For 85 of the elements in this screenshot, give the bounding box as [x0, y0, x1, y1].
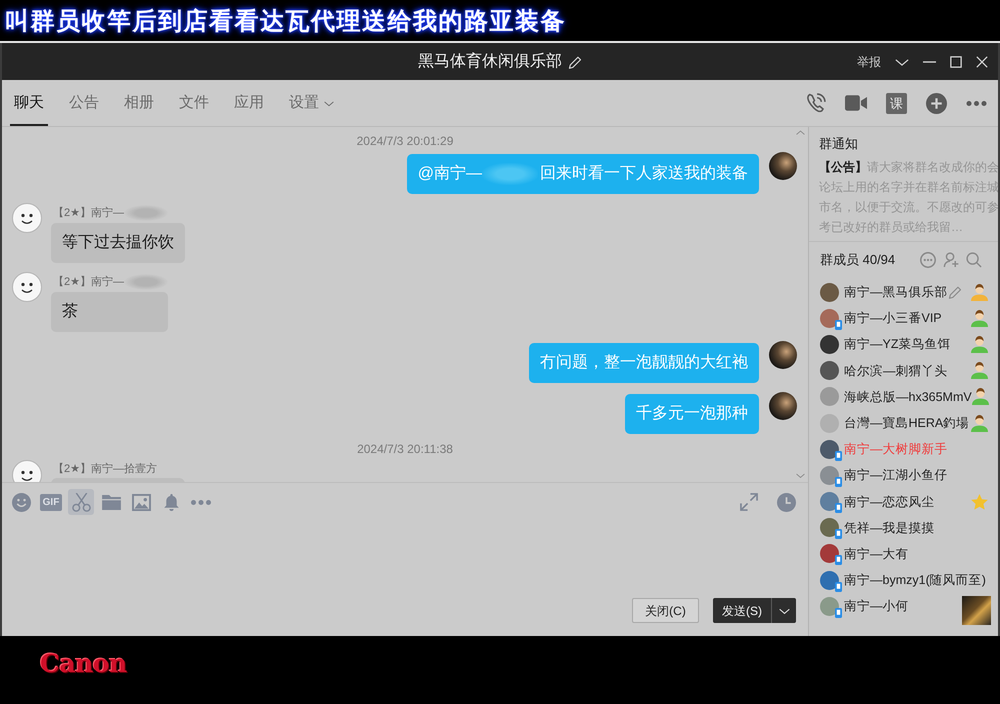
scroll-up-icon[interactable]: [796, 129, 805, 136]
member-name: 海峡总版—hx365MmV: [844, 388, 972, 405]
member-item[interactable]: 南宁—江湖小鱼仔: [809, 462, 998, 488]
message-bubble: 等下过去揾你饮: [51, 223, 185, 263]
send-options-button[interactable]: [771, 598, 796, 623]
avatar-photo[interactable]: [769, 152, 797, 180]
chevron-down-icon[interactable]: [895, 56, 909, 66]
expand-icon: [740, 493, 758, 511]
course-button[interactable]: 课: [886, 92, 907, 114]
member-name: 南宁—恋恋风尘: [844, 494, 934, 510]
members-heading: 群成员 40/94: [820, 251, 896, 269]
notice-heading: 群通知: [819, 135, 859, 153]
avatar-photo[interactable]: [769, 341, 797, 369]
member-name: 南宁—小何: [844, 598, 908, 614]
message-bubble: 千多元一泡那种: [625, 394, 759, 434]
avatar-photo: [820, 466, 839, 485]
maximize-icon[interactable]: [950, 56, 962, 68]
member-name: 哈尔滨—刺猬丫头: [844, 362, 948, 379]
member-name: 南宁—大有: [844, 546, 908, 562]
avatar-photo: [820, 596, 839, 616]
timestamp: 2024/7/3 20:01:29: [356, 133, 454, 149]
caption-text: 叫群员收竿后到店看看达瓦代理送给我的路亚装备: [5, 4, 566, 36]
message-bubble: 冇问题，整一泡靓靓的大红袍: [529, 343, 759, 383]
video-camera-icon[interactable]: [845, 94, 867, 112]
avatar-photo: [820, 518, 839, 538]
member-item[interactable]: 南宁—YZ菜鸟鱼饵: [809, 331, 998, 358]
avatar-photo: [820, 282, 839, 302]
scissors-icon: [72, 492, 90, 512]
send-button[interactable]: 发送(S): [713, 598, 771, 623]
more-icon: [191, 500, 211, 504]
avatar-photo: [820, 387, 839, 406]
avatar-photo: [820, 570, 839, 590]
smiley-avatar-icon[interactable]: [12, 272, 42, 302]
message-bubble: 茶: [51, 292, 168, 332]
member-name: 南宁—bymzy1(随风而至): [844, 572, 986, 588]
clock-icon: [776, 492, 796, 512]
member-name: 南宁—黑马俱乐部: [844, 284, 948, 300]
report-button[interactable]: 举报: [857, 52, 881, 70]
member-item[interactable]: 海峡总版—hx365MmV: [809, 384, 998, 410]
tab[interactable]: 聊天: [10, 80, 48, 126]
member-name: 南宁—江湖小鱼仔: [844, 467, 948, 484]
phone-icon[interactable]: [805, 92, 826, 114]
bell-icon: [164, 494, 178, 510]
smiley-avatar-icon[interactable]: [12, 460, 42, 482]
smiley-avatar-icon[interactable]: [12, 203, 42, 233]
close-button[interactable]: 关闭(C): [632, 598, 699, 623]
window-title: 黑马体育休闲俱乐部: [418, 51, 562, 72]
folder-icon: [102, 494, 120, 510]
sender-name[interactable]: 【2★】南宁—: [53, 275, 124, 289]
avatar-photo: [820, 308, 839, 328]
smiley-icon: [12, 492, 30, 512]
scroll-down-icon[interactable]: [796, 472, 805, 479]
message-text: 回来时看一下人家送我的装备: [540, 164, 748, 184]
more-icon[interactable]: [966, 100, 987, 106]
avatar-photo: [820, 334, 839, 354]
member-item[interactable]: 南宁—大有: [809, 540, 998, 568]
member-name: 南宁—小三番VIP: [844, 310, 942, 326]
member-item[interactable]: 南宁—黑马俱乐部: [809, 279, 998, 306]
avatar-photo: [820, 361, 839, 380]
sender-name[interactable]: 【2★】南宁—拾壹方: [53, 462, 157, 476]
member-item[interactable]: 南宁—小何: [809, 593, 998, 620]
close-icon[interactable]: [976, 56, 988, 68]
avatar-photo: [820, 440, 839, 459]
photo-placeholder: [962, 596, 991, 625]
member-item[interactable]: 南宁—bymzy1(随风而至): [809, 567, 998, 594]
member-name: 南宁—大树脚新手: [844, 441, 948, 458]
logo-text: Canon: [40, 650, 127, 678]
member-name: 南宁—YZ菜鸟鱼饵: [844, 336, 950, 352]
member-name: 凭祥—我是摸摸: [844, 520, 934, 536]
avatar-photo: [820, 414, 839, 433]
avatar-photo: [820, 492, 839, 512]
member-item[interactable]: 台灣—寶島HERA釣場: [809, 410, 998, 436]
avatar-photo: [820, 544, 839, 564]
caret-icon: [324, 100, 334, 107]
member-item[interactable]: 南宁—小三番VIP: [809, 305, 998, 332]
sender-name[interactable]: 【2★】南宁—: [53, 206, 124, 220]
plus-circle-icon[interactable]: [926, 92, 947, 114]
caret-icon: [778, 606, 790, 614]
member-item[interactable]: 南宁—恋恋风尘: [809, 488, 998, 515]
member-name: 台灣—寶島HERA釣場: [844, 415, 970, 432]
member-item[interactable]: 哈尔滨—刺猬丫头: [809, 358, 998, 384]
timestamp: 2024/7/3 20:11:38: [357, 441, 453, 457]
image-icon: [132, 494, 150, 510]
member-item[interactable]: 凭祥—我是摸摸: [809, 514, 998, 541]
avatar-photo[interactable]: [769, 392, 797, 420]
